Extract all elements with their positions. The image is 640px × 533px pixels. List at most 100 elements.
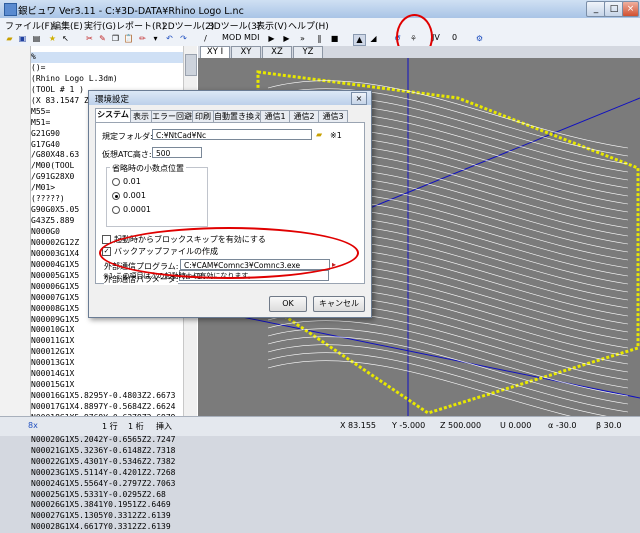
jv-button[interactable]: JV (432, 33, 440, 42)
print-icon[interactable]: ▤ (31, 34, 42, 44)
view-tabs: XY I XY XZ YZ (198, 46, 640, 58)
pencil-icon[interactable]: ✏ (137, 34, 148, 44)
folder-browse-icon[interactable]: ▰ (316, 130, 322, 139)
decimal-group-title: 省略時の小数点位置 (110, 163, 186, 174)
status-col: 1 桁 (128, 422, 144, 431)
decimal-radio-0.0001[interactable] (112, 206, 120, 214)
scrollbar-thumb[interactable] (185, 54, 197, 76)
tab-xy-isometric[interactable]: XY I (200, 46, 230, 58)
decimal-radio-0.001[interactable] (112, 192, 120, 200)
view-mode-icon[interactable]: ▲ (353, 34, 366, 46)
open-folder-icon[interactable]: ▰ (4, 34, 15, 44)
star-icon[interactable]: ★ (47, 34, 58, 44)
code-line[interactable]: N00028G1X4.6617Y0.3312Z2.6139 (31, 522, 183, 533)
code-line[interactable]: N00020G1X5.2042Y-0.6565Z2.7247 (31, 435, 183, 446)
decimal-radio-0.01[interactable] (112, 178, 120, 186)
menu-2d-tools[interactable]: 2Dツール(2) (162, 19, 214, 32)
status-u: U 0.000 (500, 421, 532, 430)
zero-button[interactable]: 0 (452, 33, 457, 42)
decimal-option-0.0001: 0.0001 (123, 205, 151, 214)
settings-icon[interactable]: ⚙ (474, 34, 485, 44)
atc-label: 仮想ATC高さ: (102, 150, 152, 159)
tab-xz[interactable]: XZ (262, 46, 292, 58)
dialog-title-bar: 環境設定 × (89, 91, 371, 105)
menu-report[interactable]: レポート(R) (116, 19, 165, 32)
undo-icon[interactable]: ↶ (164, 34, 175, 44)
menu-view[interactable]: 表示(V) (256, 19, 287, 32)
decimal-option-0.01: 0.01 (123, 177, 141, 186)
paste-icon[interactable]: 📋 (123, 34, 134, 44)
pause-icon[interactable]: ‖ (314, 34, 325, 44)
code-line[interactable]: N00011G1X (31, 336, 183, 347)
close-button[interactable]: × (622, 1, 639, 17)
maximize-button[interactable]: □ (604, 1, 624, 17)
status-alpha: α -30.0 (548, 421, 577, 430)
title-bar: 銀ビュワ Ver3.11 - C:¥3D-DATA¥Rhino Logo L.n… (0, 0, 640, 19)
step-icon[interactable]: ▶ (266, 34, 277, 44)
ok-button[interactable]: OK (269, 296, 307, 312)
tab-system[interactable]: システム (95, 108, 131, 123)
code-line[interactable]: N00022G1X5.4301Y-0.5346Z2.7382 (31, 457, 183, 468)
code-line[interactable]: N00010G1X (31, 325, 183, 336)
play-icon[interactable]: ▶ (281, 34, 292, 44)
folder-label: 規定フォルダ: (102, 132, 153, 141)
code-line[interactable]: N00026G1X5.3841Y0.1951Z2.6469 (31, 500, 183, 511)
menu-run[interactable]: 実行(G) (84, 19, 116, 32)
dialog-close-button[interactable]: × (351, 92, 367, 105)
fast-forward-icon[interactable]: » (297, 34, 308, 44)
app-icon (4, 3, 17, 16)
code-line[interactable]: N00023G1X5.5114Y-0.4201Z2.7268 (31, 468, 183, 479)
menu-help[interactable]: ヘルプ(H) (288, 19, 329, 32)
code-line[interactable]: N00014G1X (31, 369, 183, 380)
folder-field[interactable]: C:¥NtCad¥Nc (152, 129, 312, 140)
slash-icon[interactable]: / (200, 34, 211, 44)
decimal-option-0.001: 0.001 (123, 191, 146, 200)
tab-yz[interactable]: YZ (293, 46, 323, 58)
chevron-down-icon[interactable]: ▾ (150, 34, 161, 44)
pointer-icon[interactable]: ↖ (60, 34, 71, 44)
code-line[interactable]: N00017G1X4.8897Y-0.5684Z2.6624 (31, 402, 183, 413)
dialog-title: 環境設定 (95, 95, 130, 105)
toolpath-line (267, 328, 629, 397)
folder-note: ※1 (330, 131, 342, 140)
stop-icon[interactable]: ■ (329, 34, 340, 44)
code-line[interactable]: N00015G1X (31, 380, 183, 391)
status-bar: 8x 1 行 1 桁 挿入 X 83.155 Y -5.000 Z 500.00… (0, 416, 640, 436)
menu-3d-tools[interactable]: 3Dツール(3) (208, 19, 260, 32)
code-line[interactable]: (Rhino Logo L.3dm) (31, 74, 183, 85)
toolpath-line (267, 320, 629, 389)
cut-icon[interactable]: ✂ (84, 34, 95, 44)
window-title: 銀ビュワ Ver3.11 - C:¥3D-DATA¥Rhino Logo L.n… (18, 6, 244, 17)
mod-button[interactable]: MOD (222, 33, 241, 42)
toolpath-line (267, 344, 629, 413)
copy-icon[interactable]: ❐ (110, 34, 121, 44)
code-line[interactable]: N00012G1X (31, 347, 183, 358)
code-line[interactable]: N00024G1X5.5564Y-0.2797Z2.7063 (31, 479, 183, 490)
toolpath-line (267, 312, 629, 381)
code-line[interactable]: N00021G1X5.3236Y-0.6148Z2.7318 (31, 446, 183, 457)
menu-bar: ファイル(F) 編集(E) 実行(G) レポート(R) 2Dツール(2) 3Dツ… (0, 18, 640, 33)
atc-field[interactable]: 500 (152, 147, 202, 158)
code-line[interactable]: N00025G1X5.5331Y-0.0295Z2.68 (31, 490, 183, 501)
code-line[interactable]: N00016G1X5.8295Y-0.4803Z2.6673 (31, 391, 183, 402)
status-beta: β 30.0 (596, 421, 622, 430)
cancel-button[interactable]: キャンセル (313, 296, 365, 312)
minimize-button[interactable]: _ (586, 1, 606, 17)
code-line[interactable]: N00013G1X (31, 358, 183, 369)
code-line[interactable]: N00027G1X5.1305Y0.3312Z2.6139 (31, 511, 183, 522)
decimal-group (106, 167, 208, 227)
mdi-button[interactable]: MDI (244, 33, 259, 42)
fit-icon[interactable]: ◢ (368, 34, 379, 44)
save-icon[interactable]: ▣ (17, 34, 28, 44)
status-mode: 8x (28, 421, 38, 430)
menu-edit[interactable]: 編集(E) (52, 19, 83, 32)
redo-icon[interactable]: ↷ (178, 34, 189, 44)
line-gutter (0, 46, 31, 416)
code-line[interactable]: ()= (31, 63, 183, 74)
status-line: 1 行 (102, 422, 118, 431)
marker-icon[interactable]: ✎ (97, 34, 108, 44)
code-line[interactable]: % (31, 52, 183, 63)
menu-file[interactable]: ファイル(F) (5, 19, 53, 32)
tab-xy[interactable]: XY (231, 46, 261, 58)
status-x: X 83.155 (340, 421, 377, 430)
